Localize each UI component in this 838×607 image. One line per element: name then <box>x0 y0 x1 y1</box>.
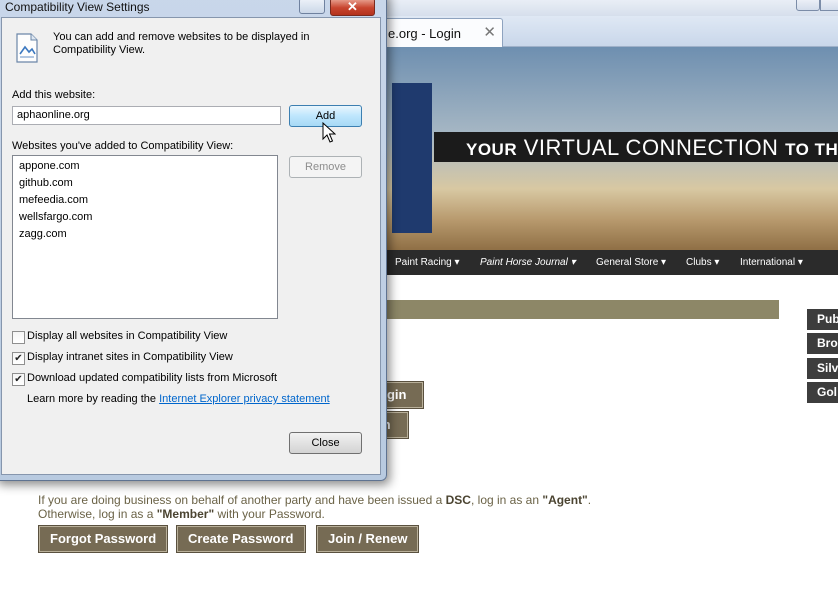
agent-dsc: DSC <box>445 493 471 507</box>
agent-quote: "Agent" <box>542 493 588 507</box>
dialog-title: Compatibility View Settings <box>5 0 150 14</box>
dialog-body: You can add and remove websites to be di… <box>1 17 381 475</box>
forgot-password-button[interactable]: Forgot Password <box>37 525 169 553</box>
side-button-gol[interactable]: Gol <box>807 382 838 403</box>
banner-slogan-end: TO THE AS <box>785 140 838 159</box>
dialog-help-button[interactable] <box>299 0 325 14</box>
website-list[interactable]: appone.com github.com mefeedia.com wells… <box>12 155 278 319</box>
browser-tab-login[interactable]: e.org - Login ✕ <box>381 18 503 47</box>
dialog-close-icon[interactable]: ✕ <box>330 0 375 16</box>
maximize-button[interactable] <box>820 0 838 11</box>
checkmark-icon: ✔ <box>14 374 23 385</box>
agent-text-part1: If you are doing business on behalf of a… <box>38 493 443 507</box>
nav-paint-racing[interactable]: Paint Racing <box>395 257 460 268</box>
checkmark-icon: ✔ <box>14 353 23 364</box>
agent-instructions: If you are doing business on behalf of a… <box>38 493 592 507</box>
learn-more-prefix: Learn more by reading the <box>27 393 157 405</box>
list-item[interactable]: appone.com <box>19 160 80 172</box>
nav-international[interactable]: International <box>740 257 803 268</box>
banner-slogan-main: VIRTUAL CONNECTION <box>523 135 779 160</box>
learn-more-text: Learn more by reading the Internet Explo… <box>27 393 330 405</box>
remove-button[interactable]: Remove <box>289 156 362 178</box>
nav-paint-horse-journal[interactable]: Paint Horse Journal <box>480 257 576 268</box>
privacy-statement-link[interactable]: Internet Explorer privacy statement <box>159 393 330 405</box>
download-lists-checkbox[interactable]: ✔ <box>12 373 25 386</box>
list-item[interactable]: mefeedia.com <box>19 194 88 206</box>
agent-text-part2: , log in as an <box>470 493 540 507</box>
member-instructions: Otherwise, log in as a "Member" with you… <box>38 507 325 521</box>
intranet-label: Display intranet sites in Compatibility … <box>27 351 233 363</box>
member-quote: "Member" <box>156 507 215 521</box>
website-list-label: Websites you've added to Compatibility V… <box>12 140 234 152</box>
nav-general-store[interactable]: General Store <box>596 257 666 268</box>
dialog-description: You can add and remove websites to be di… <box>53 31 310 56</box>
tab-close-icon[interactable]: ✕ <box>483 23 496 41</box>
member-text-part1: Otherwise, log in as a <box>38 507 154 521</box>
nav-clubs[interactable]: Clubs <box>686 257 719 268</box>
mouse-cursor-icon <box>322 122 336 143</box>
member-text-part2: with your Password. <box>217 507 325 521</box>
side-button-bro[interactable]: Bro <box>807 333 838 354</box>
create-password-button[interactable]: Create Password <box>176 525 306 553</box>
side-button-pub[interactable]: Pub <box>807 309 838 330</box>
display-all-label: Display all websites in Compatibility Vi… <box>27 330 228 342</box>
list-item[interactable]: github.com <box>19 177 73 189</box>
download-lists-label: Download updated compatibility lists fro… <box>27 372 278 384</box>
join-renew-button[interactable]: Join / Renew <box>315 525 420 553</box>
close-button[interactable]: Close <box>289 432 362 454</box>
list-item[interactable]: wellsfargo.com <box>19 211 92 223</box>
banner-logo-letter <box>392 83 432 233</box>
content-header-bar <box>383 300 779 319</box>
compatibility-page-icon <box>16 33 38 63</box>
minimize-button[interactable] <box>796 0 820 11</box>
add-website-input[interactable]: aphaonline.org <box>12 106 281 125</box>
compatibility-view-dialog: Compatibility View Settings ✕ You can ad… <box>0 0 387 481</box>
display-all-checkbox[interactable] <box>12 331 25 344</box>
intranet-checkbox[interactable]: ✔ <box>12 352 25 365</box>
side-button-silv[interactable]: Silv <box>807 358 838 379</box>
banner-slogan: YOUR VIRTUAL CONNECTION TO THE AS <box>466 135 838 161</box>
tab-title: e.org - Login <box>388 26 461 41</box>
banner-your: YOUR <box>466 140 518 159</box>
list-item[interactable]: zagg.com <box>19 228 67 240</box>
add-website-label: Add this website: <box>12 89 96 101</box>
